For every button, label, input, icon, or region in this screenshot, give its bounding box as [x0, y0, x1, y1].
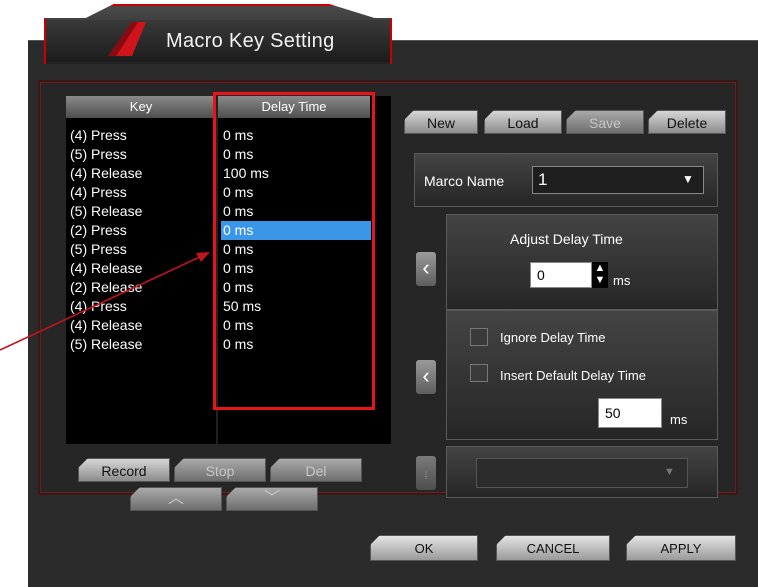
adjust-delay-title: Adjust Delay Time — [510, 231, 623, 247]
delete-button[interactable]: Delete — [648, 110, 726, 134]
column-header-key[interactable]: Key — [66, 96, 216, 118]
ignore-delay-label: Ignore Delay Time — [500, 330, 606, 345]
list-row-key[interactable]: (4) Press — [70, 183, 210, 202]
caret-down-icon: ▼ — [682, 172, 694, 186]
caret-down-icon: ▼ — [664, 466, 675, 478]
adjust-delay-spinner[interactable]: ▲ ▼ — [592, 262, 608, 288]
insert-default-label: Insert Default Delay Time — [500, 368, 646, 383]
move-up-button[interactable]: ︿ — [130, 487, 222, 511]
window-title: Macro Key Setting — [166, 30, 335, 52]
dots-icon: ⁞ — [424, 471, 428, 482]
default-delay-input[interactable]: 50 — [598, 398, 662, 428]
load-button[interactable]: Load — [484, 110, 562, 134]
macro-name-select[interactable] — [532, 166, 704, 194]
list-row-key[interactable]: (5) Release — [70, 202, 210, 221]
apply-options-arrow-button[interactable]: ‹ — [416, 360, 436, 394]
macro-name-label: Marco Name — [424, 173, 505, 189]
list-row-key[interactable]: (4) Release — [70, 164, 210, 183]
apply-button[interactable]: APPLY — [626, 535, 736, 561]
record-button[interactable]: Record — [78, 458, 170, 482]
annotation-arrow-icon — [0, 252, 210, 351]
insert-default-checkbox[interactable] — [470, 364, 488, 382]
list-row-key[interactable]: (5) Press — [70, 145, 210, 164]
chevron-down-icon: ﹀ — [263, 490, 280, 507]
adjust-delay-input[interactable]: 0 — [530, 262, 592, 288]
ignore-delay-checkbox[interactable] — [470, 328, 488, 346]
cancel-button[interactable]: CANCEL — [496, 535, 610, 561]
list-row-key[interactable]: (4) Press — [70, 126, 210, 145]
disabled-dropdown[interactable] — [476, 458, 688, 488]
chevron-left-icon: ‹ — [422, 255, 430, 280]
list-row-key[interactable]: (2) Press — [70, 221, 210, 240]
move-down-button[interactable]: ﹀ — [226, 487, 318, 511]
delay-column-highlight — [213, 92, 375, 410]
chevron-left-icon: ‹ — [422, 363, 430, 388]
brand-slash-icon — [108, 22, 146, 56]
save-button[interactable]: Save — [566, 110, 644, 134]
chevron-up-icon: ︿ — [167, 490, 184, 507]
stop-button[interactable]: Stop — [174, 458, 266, 482]
macro-name-value: 1 — [538, 170, 548, 189]
default-delay-unit: ms — [670, 412, 688, 427]
del-button[interactable]: Del — [270, 458, 362, 482]
apply-adjust-arrow-button[interactable]: ‹ — [416, 252, 436, 286]
disabled-arrow-button[interactable]: ⁞ — [416, 456, 436, 490]
new-button[interactable]: New — [404, 110, 478, 134]
adjust-delay-unit: ms — [613, 273, 631, 288]
ok-button[interactable]: OK — [370, 535, 478, 561]
